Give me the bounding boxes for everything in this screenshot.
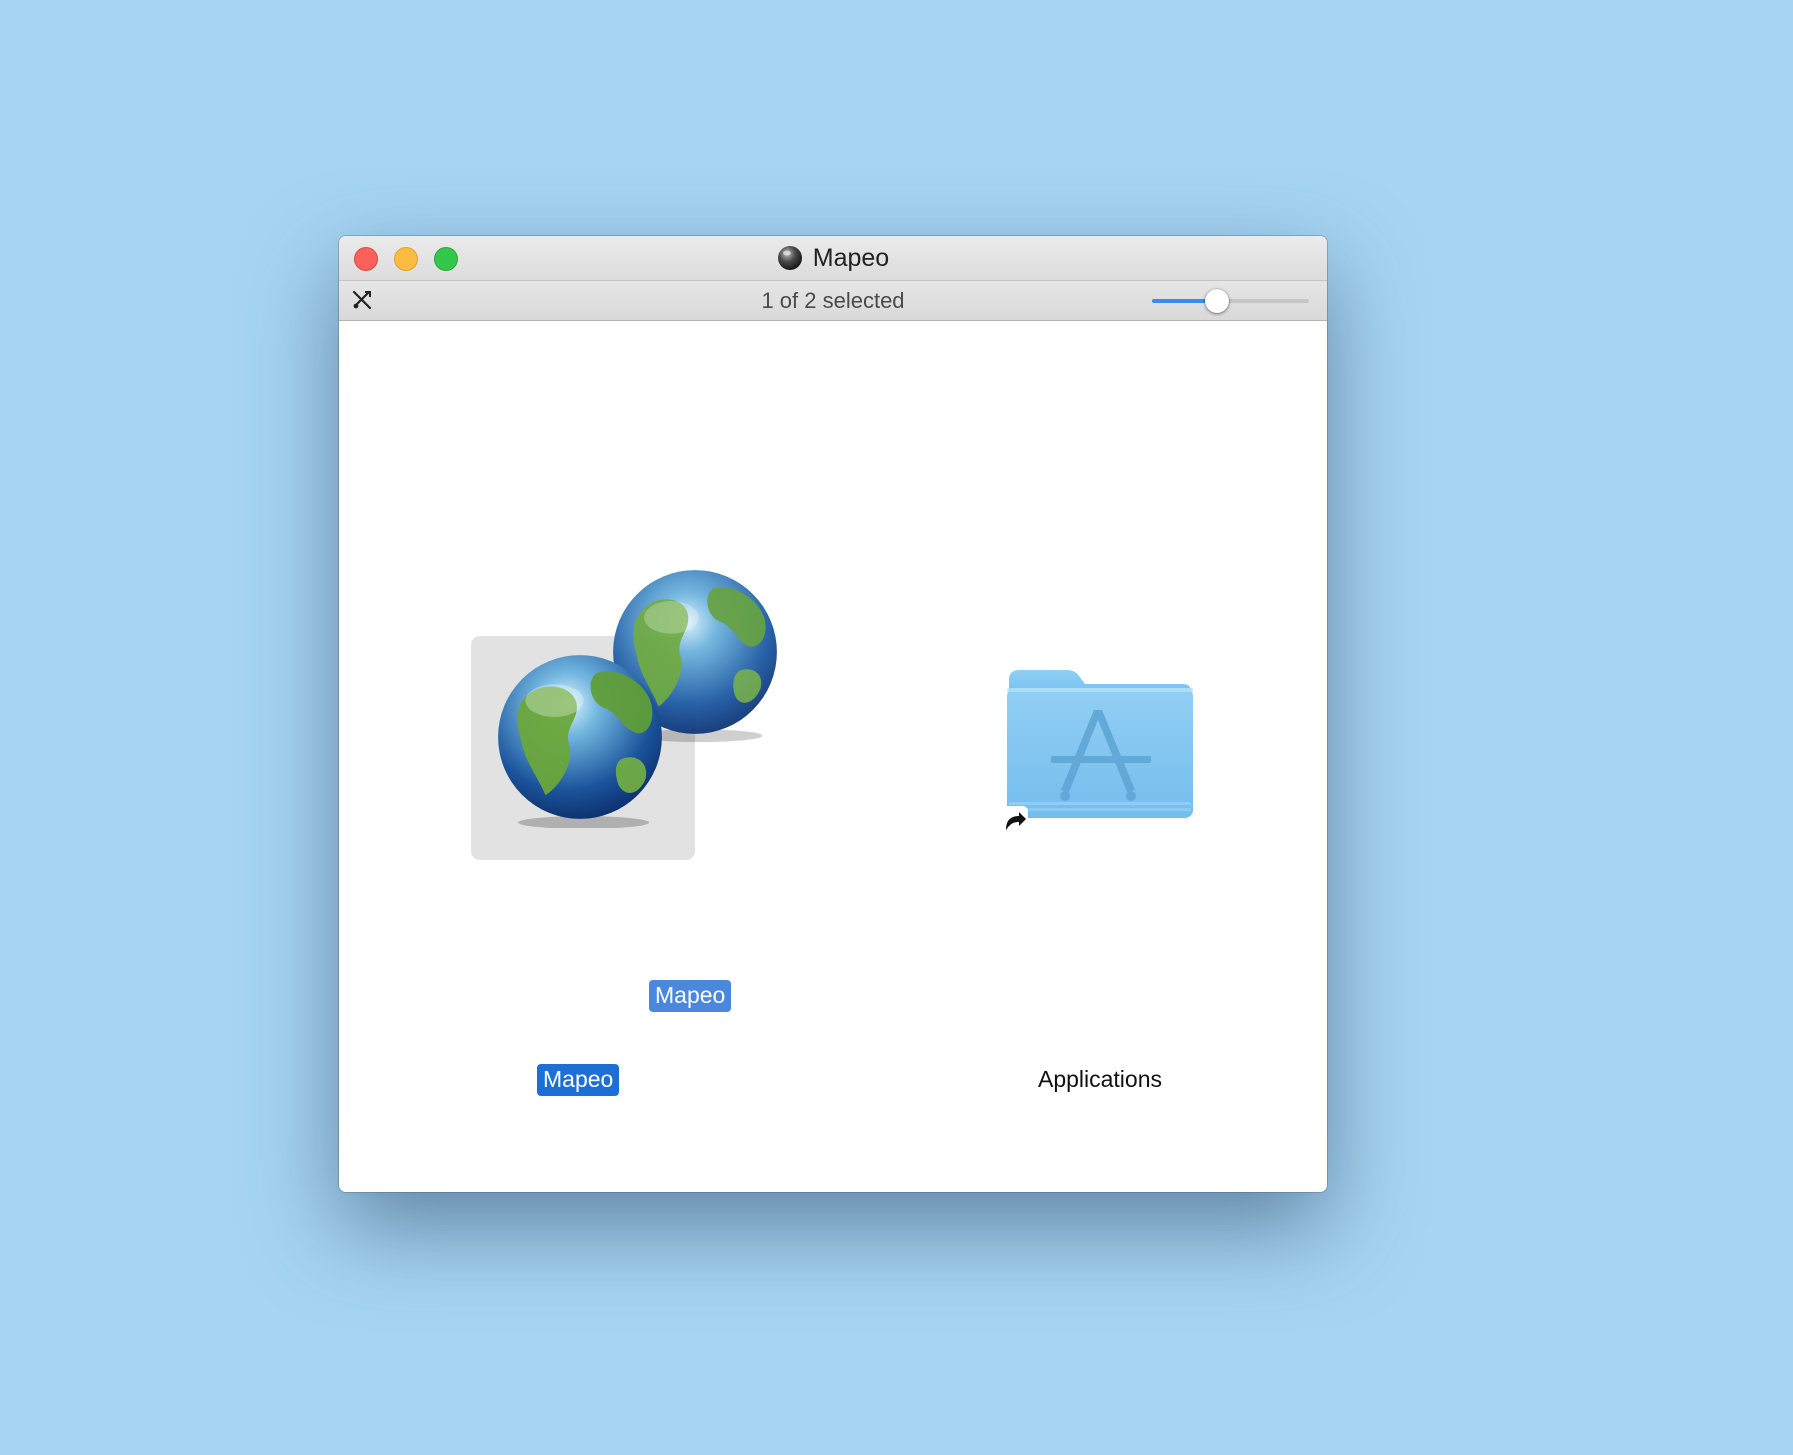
folder-applications-icon[interactable]	[1005, 666, 1195, 821]
window-title-group: Mapeo	[339, 236, 1327, 280]
alias-arrow-icon	[1000, 806, 1028, 834]
app-item-label[interactable]: Mapeo	[537, 1064, 620, 1096]
title-bar[interactable]: Mapeo	[339, 236, 1327, 281]
window-content: Mapeo Mapeo Applications	[339, 321, 1327, 1192]
slider-thumb[interactable]	[1205, 289, 1230, 313]
window-title: Mapeo	[812, 243, 890, 272]
finder-window: Mapeo 1 of 2 selected Mapeo Mapeo Applic…	[339, 236, 1327, 1192]
dragging-item-label: Mapeo	[649, 980, 732, 1012]
status-bar: 1 of 2 selected	[339, 281, 1327, 321]
disk-icon	[777, 246, 802, 270]
globe-icon[interactable]	[489, 646, 671, 828]
icon-size-slider[interactable]	[1152, 289, 1309, 313]
applications-folder-label[interactable]: Applications	[959, 1066, 1241, 1093]
